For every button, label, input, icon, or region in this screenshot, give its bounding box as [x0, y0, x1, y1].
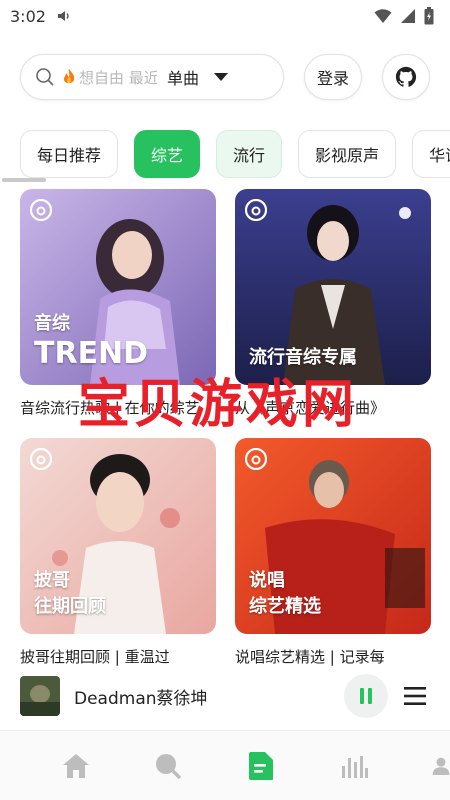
search-type-select[interactable]: 单曲	[167, 65, 199, 89]
nav-search[interactable]	[153, 751, 183, 781]
chevron-down-icon[interactable]	[213, 72, 229, 82]
status-icons	[374, 7, 434, 25]
nav-profile[interactable]	[432, 751, 450, 781]
user-icon	[432, 757, 450, 775]
wifi-icon	[374, 9, 392, 23]
github-button[interactable]	[382, 54, 430, 100]
netease-logo-icon	[245, 448, 267, 470]
status-time: 3:02	[10, 6, 46, 26]
bottom-nav	[0, 730, 450, 800]
scrollbar[interactable]	[2, 178, 46, 182]
tab-soundtrack[interactable]: 影视原声	[298, 130, 397, 178]
fire-icon	[63, 69, 75, 84]
netease-logo-icon	[30, 448, 52, 470]
nav-library[interactable]	[246, 751, 276, 781]
playlist-cover[interactable]: 音综 TREND	[20, 189, 216, 385]
tab-variety[interactable]: 综艺	[134, 130, 201, 178]
category-tabs: 每日推荐 综艺 流行 影视原声 华语	[20, 130, 450, 178]
cover-caption: 说唱 综艺精选	[249, 568, 321, 620]
netease-logo-icon	[30, 199, 52, 221]
nav-charts[interactable]	[339, 751, 369, 781]
cover-image	[20, 676, 60, 716]
playlist-title[interactable]: 说唱综艺精选 | 记录每	[235, 646, 431, 667]
search-icon	[156, 754, 182, 780]
cover-caption: 披哥 往期回顾	[34, 568, 106, 620]
tab-pop[interactable]: 流行	[216, 130, 283, 178]
now-playing-cover[interactable]	[20, 676, 60, 716]
playlist-menu-icon[interactable]	[404, 686, 426, 706]
signal-icon	[401, 9, 415, 23]
cover-caption-line: 综艺精选	[249, 596, 321, 617]
nav-home[interactable]	[61, 751, 91, 781]
netease-logo-icon	[245, 199, 267, 221]
cover-caption-line: 披哥	[34, 570, 70, 591]
search-icon	[36, 68, 54, 86]
playlist-cover[interactable]: 流行音综专属	[235, 189, 431, 385]
battery-icon	[424, 7, 434, 25]
playlist-title[interactable]: 披哥往期回顾 | 重温过	[20, 646, 216, 667]
status-bar: 3:02	[0, 0, 450, 32]
search-row: 想自由 最近 单曲 登录	[20, 54, 430, 100]
search-input[interactable]: 想自由 最近 单曲	[20, 54, 284, 100]
tab-daily-recommend[interactable]: 每日推荐	[20, 130, 119, 178]
watermark-text: 宝贝游戏网	[78, 374, 359, 435]
cover-caption-line: 往期回顾	[34, 596, 106, 617]
home-icon	[63, 754, 89, 778]
github-icon	[395, 66, 417, 87]
playlist-cover[interactable]: 说唱 综艺精选	[235, 438, 431, 634]
cover-caption-line: 音综	[34, 313, 70, 334]
pause-button[interactable]	[344, 674, 388, 718]
document-icon	[249, 752, 273, 780]
tab-chinese[interactable]: 华语	[412, 130, 450, 178]
now-playing-bar[interactable]: Deadman蔡徐坤	[0, 668, 450, 724]
search-placeholder: 想自由 最近	[79, 68, 157, 87]
login-button[interactable]: 登录	[304, 54, 362, 100]
playlist-card[interactable]: 披哥 往期回顾 披哥往期回顾 | 重温过	[20, 438, 216, 667]
chart-icon	[342, 756, 368, 778]
now-playing-title: Deadman蔡徐坤	[74, 688, 208, 709]
pause-icon	[360, 688, 372, 704]
playlist-cover[interactable]: 披哥 往期回顾	[20, 438, 216, 634]
cover-caption-line: 说唱	[249, 570, 285, 591]
volume-icon	[57, 11, 69, 21]
playlist-card[interactable]: 说唱 综艺精选 说唱综艺精选 | 记录每	[235, 438, 431, 667]
